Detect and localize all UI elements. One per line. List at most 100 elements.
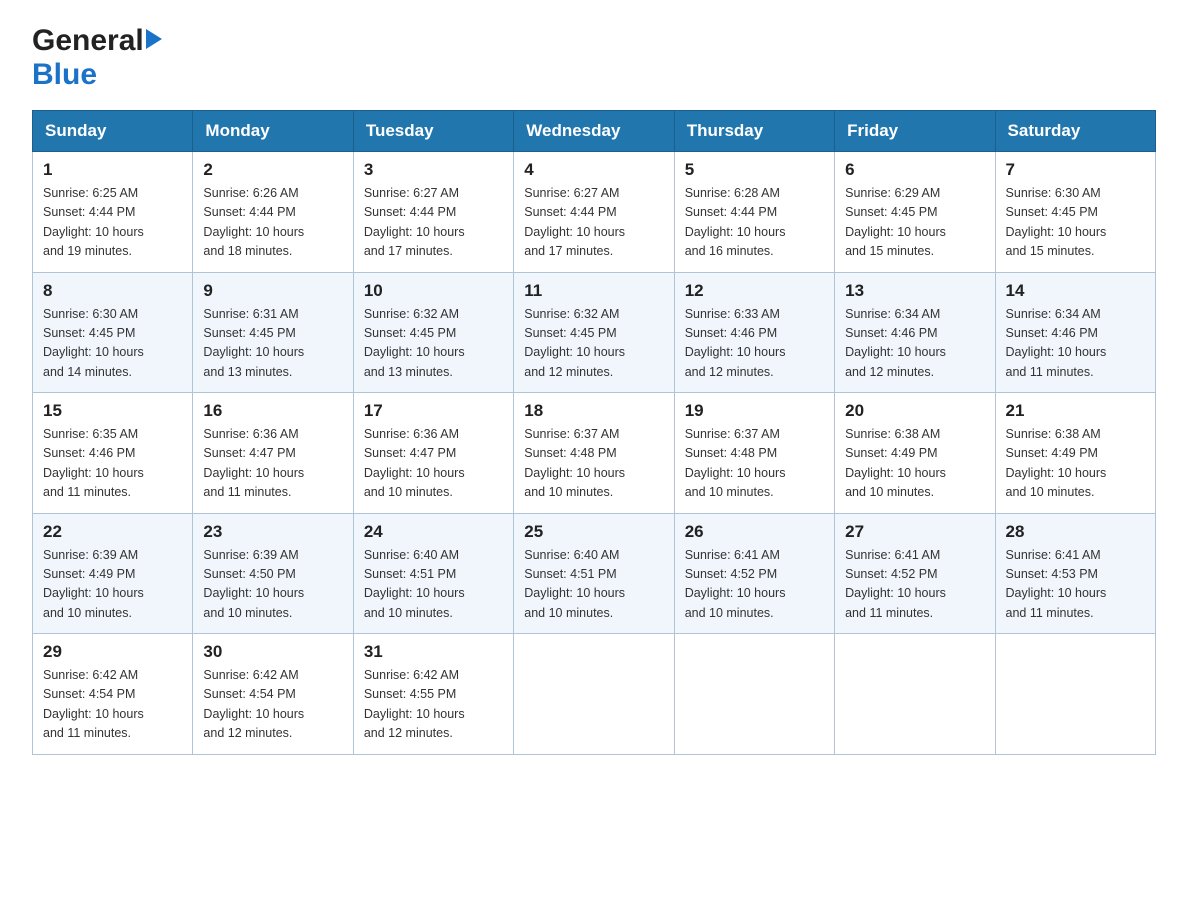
week-row-3: 15 Sunrise: 6:35 AM Sunset: 4:46 PM Dayl… <box>33 393 1156 514</box>
day-info: Sunrise: 6:29 AM Sunset: 4:45 PM Dayligh… <box>845 184 984 262</box>
calendar-cell: 23 Sunrise: 6:39 AM Sunset: 4:50 PM Dayl… <box>193 513 353 634</box>
calendar-cell: 22 Sunrise: 6:39 AM Sunset: 4:49 PM Dayl… <box>33 513 193 634</box>
day-number: 14 <box>1006 281 1145 301</box>
week-row-5: 29 Sunrise: 6:42 AM Sunset: 4:54 PM Dayl… <box>33 634 1156 755</box>
calendar-cell: 31 Sunrise: 6:42 AM Sunset: 4:55 PM Dayl… <box>353 634 513 755</box>
day-number: 3 <box>364 160 503 180</box>
day-info: Sunrise: 6:41 AM Sunset: 4:52 PM Dayligh… <box>845 546 984 624</box>
calendar-cell: 11 Sunrise: 6:32 AM Sunset: 4:45 PM Dayl… <box>514 272 674 393</box>
day-info: Sunrise: 6:33 AM Sunset: 4:46 PM Dayligh… <box>685 305 824 383</box>
logo-general: General <box>32 24 144 58</box>
day-number: 20 <box>845 401 984 421</box>
day-info: Sunrise: 6:30 AM Sunset: 4:45 PM Dayligh… <box>43 305 182 383</box>
day-number: 17 <box>364 401 503 421</box>
day-number: 16 <box>203 401 342 421</box>
logo: General Blue <box>32 24 162 92</box>
day-number: 1 <box>43 160 182 180</box>
calendar-cell: 18 Sunrise: 6:37 AM Sunset: 4:48 PM Dayl… <box>514 393 674 514</box>
day-number: 30 <box>203 642 342 662</box>
calendar-cell: 20 Sunrise: 6:38 AM Sunset: 4:49 PM Dayl… <box>835 393 995 514</box>
calendar-cell <box>995 634 1155 755</box>
day-info: Sunrise: 6:42 AM Sunset: 4:54 PM Dayligh… <box>203 666 342 744</box>
logo-blue: Blue <box>32 58 97 91</box>
day-info: Sunrise: 6:35 AM Sunset: 4:46 PM Dayligh… <box>43 425 182 503</box>
calendar-cell: 29 Sunrise: 6:42 AM Sunset: 4:54 PM Dayl… <box>33 634 193 755</box>
calendar-cell: 28 Sunrise: 6:41 AM Sunset: 4:53 PM Dayl… <box>995 513 1155 634</box>
day-info: Sunrise: 6:38 AM Sunset: 4:49 PM Dayligh… <box>845 425 984 503</box>
calendar-cell: 17 Sunrise: 6:36 AM Sunset: 4:47 PM Dayl… <box>353 393 513 514</box>
col-header-friday: Friday <box>835 111 995 152</box>
calendar-cell: 13 Sunrise: 6:34 AM Sunset: 4:46 PM Dayl… <box>835 272 995 393</box>
day-number: 25 <box>524 522 663 542</box>
calendar-cell: 5 Sunrise: 6:28 AM Sunset: 4:44 PM Dayli… <box>674 152 834 273</box>
calendar-cell: 8 Sunrise: 6:30 AM Sunset: 4:45 PM Dayli… <box>33 272 193 393</box>
calendar-cell: 4 Sunrise: 6:27 AM Sunset: 4:44 PM Dayli… <box>514 152 674 273</box>
header: General Blue <box>32 24 1156 92</box>
day-info: Sunrise: 6:34 AM Sunset: 4:46 PM Dayligh… <box>845 305 984 383</box>
day-number: 28 <box>1006 522 1145 542</box>
calendar-cell: 16 Sunrise: 6:36 AM Sunset: 4:47 PM Dayl… <box>193 393 353 514</box>
day-info: Sunrise: 6:37 AM Sunset: 4:48 PM Dayligh… <box>685 425 824 503</box>
calendar-cell: 26 Sunrise: 6:41 AM Sunset: 4:52 PM Dayl… <box>674 513 834 634</box>
day-number: 2 <box>203 160 342 180</box>
calendar-cell <box>514 634 674 755</box>
col-header-thursday: Thursday <box>674 111 834 152</box>
day-info: Sunrise: 6:34 AM Sunset: 4:46 PM Dayligh… <box>1006 305 1145 383</box>
calendar-cell: 25 Sunrise: 6:40 AM Sunset: 4:51 PM Dayl… <box>514 513 674 634</box>
calendar-cell: 12 Sunrise: 6:33 AM Sunset: 4:46 PM Dayl… <box>674 272 834 393</box>
calendar-cell: 21 Sunrise: 6:38 AM Sunset: 4:49 PM Dayl… <box>995 393 1155 514</box>
day-info: Sunrise: 6:25 AM Sunset: 4:44 PM Dayligh… <box>43 184 182 262</box>
day-number: 8 <box>43 281 182 301</box>
calendar-cell: 15 Sunrise: 6:35 AM Sunset: 4:46 PM Dayl… <box>33 393 193 514</box>
col-header-sunday: Sunday <box>33 111 193 152</box>
calendar-cell: 2 Sunrise: 6:26 AM Sunset: 4:44 PM Dayli… <box>193 152 353 273</box>
day-info: Sunrise: 6:39 AM Sunset: 4:50 PM Dayligh… <box>203 546 342 624</box>
week-row-1: 1 Sunrise: 6:25 AM Sunset: 4:44 PM Dayli… <box>33 152 1156 273</box>
day-info: Sunrise: 6:32 AM Sunset: 4:45 PM Dayligh… <box>364 305 503 383</box>
day-info: Sunrise: 6:27 AM Sunset: 4:44 PM Dayligh… <box>524 184 663 262</box>
day-info: Sunrise: 6:41 AM Sunset: 4:53 PM Dayligh… <box>1006 546 1145 624</box>
day-info: Sunrise: 6:32 AM Sunset: 4:45 PM Dayligh… <box>524 305 663 383</box>
day-number: 21 <box>1006 401 1145 421</box>
col-header-monday: Monday <box>193 111 353 152</box>
calendar-cell: 14 Sunrise: 6:34 AM Sunset: 4:46 PM Dayl… <box>995 272 1155 393</box>
day-info: Sunrise: 6:42 AM Sunset: 4:55 PM Dayligh… <box>364 666 503 744</box>
col-header-tuesday: Tuesday <box>353 111 513 152</box>
calendar-table: SundayMondayTuesdayWednesdayThursdayFrid… <box>32 110 1156 755</box>
calendar-cell: 6 Sunrise: 6:29 AM Sunset: 4:45 PM Dayli… <box>835 152 995 273</box>
day-info: Sunrise: 6:28 AM Sunset: 4:44 PM Dayligh… <box>685 184 824 262</box>
calendar-cell: 7 Sunrise: 6:30 AM Sunset: 4:45 PM Dayli… <box>995 152 1155 273</box>
day-number: 15 <box>43 401 182 421</box>
calendar-cell: 10 Sunrise: 6:32 AM Sunset: 4:45 PM Dayl… <box>353 272 513 393</box>
day-number: 10 <box>364 281 503 301</box>
calendar-cell: 1 Sunrise: 6:25 AM Sunset: 4:44 PM Dayli… <box>33 152 193 273</box>
day-info: Sunrise: 6:30 AM Sunset: 4:45 PM Dayligh… <box>1006 184 1145 262</box>
day-number: 13 <box>845 281 984 301</box>
day-info: Sunrise: 6:40 AM Sunset: 4:51 PM Dayligh… <box>524 546 663 624</box>
day-number: 11 <box>524 281 663 301</box>
day-number: 22 <box>43 522 182 542</box>
col-header-wednesday: Wednesday <box>514 111 674 152</box>
week-row-2: 8 Sunrise: 6:30 AM Sunset: 4:45 PM Dayli… <box>33 272 1156 393</box>
calendar-cell: 30 Sunrise: 6:42 AM Sunset: 4:54 PM Dayl… <box>193 634 353 755</box>
col-header-saturday: Saturday <box>995 111 1155 152</box>
day-info: Sunrise: 6:26 AM Sunset: 4:44 PM Dayligh… <box>203 184 342 262</box>
day-number: 7 <box>1006 160 1145 180</box>
day-number: 18 <box>524 401 663 421</box>
calendar-cell: 27 Sunrise: 6:41 AM Sunset: 4:52 PM Dayl… <box>835 513 995 634</box>
logo-triangle-icon <box>146 29 162 49</box>
calendar-cell <box>835 634 995 755</box>
calendar-cell: 24 Sunrise: 6:40 AM Sunset: 4:51 PM Dayl… <box>353 513 513 634</box>
day-number: 31 <box>364 642 503 662</box>
day-number: 12 <box>685 281 824 301</box>
day-number: 23 <box>203 522 342 542</box>
day-info: Sunrise: 6:42 AM Sunset: 4:54 PM Dayligh… <box>43 666 182 744</box>
day-number: 6 <box>845 160 984 180</box>
day-number: 24 <box>364 522 503 542</box>
week-row-4: 22 Sunrise: 6:39 AM Sunset: 4:49 PM Dayl… <box>33 513 1156 634</box>
day-info: Sunrise: 6:36 AM Sunset: 4:47 PM Dayligh… <box>364 425 503 503</box>
calendar-cell: 3 Sunrise: 6:27 AM Sunset: 4:44 PM Dayli… <box>353 152 513 273</box>
day-info: Sunrise: 6:39 AM Sunset: 4:49 PM Dayligh… <box>43 546 182 624</box>
day-number: 19 <box>685 401 824 421</box>
day-info: Sunrise: 6:41 AM Sunset: 4:52 PM Dayligh… <box>685 546 824 624</box>
